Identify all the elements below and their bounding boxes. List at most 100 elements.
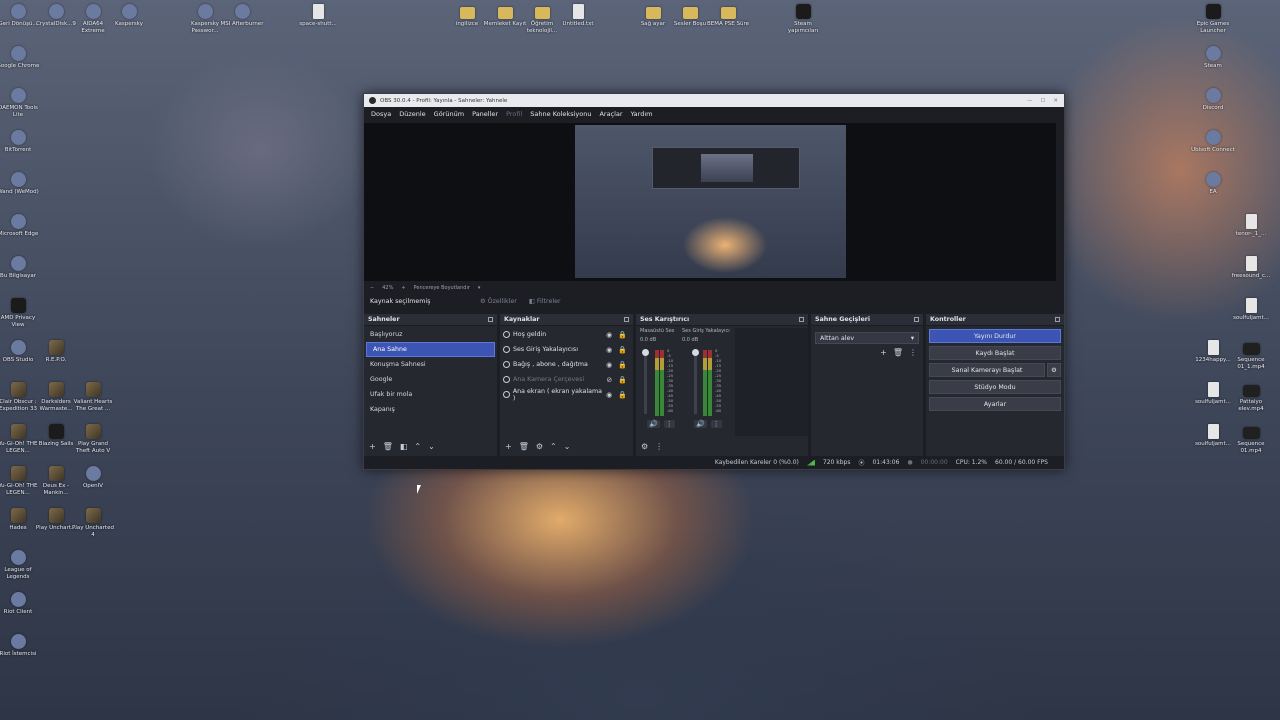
undock-icon[interactable] [799,317,804,322]
obs-window[interactable]: OBS 30.0.4 - Profil: Yayınla - Sahneler:… [363,93,1065,470]
desktop-shortcut[interactable]: AMD Privacy View [0,298,40,329]
desktop-shortcut[interactable]: Ubisoft Connect [1191,130,1235,154]
add-icon[interactable]: + [369,442,376,451]
menu-help[interactable]: Yardım [627,110,657,118]
move-up-icon[interactable]: ⌃ [414,442,421,451]
gear-icon[interactable]: ⚙ [1047,363,1061,377]
source-item[interactable]: Bağış , abone , dağıtma ◉ 🔒 [500,357,633,372]
desktop-shortcut[interactable]: R.E.P.O. [34,340,78,364]
desktop-shortcut[interactable]: soulfuljamt... [1229,298,1273,322]
scene-item[interactable]: Konuşma Sahnesi [364,357,497,372]
undock-icon[interactable] [488,317,493,322]
menu-tools[interactable]: Araçlar [595,110,626,118]
filter-icon[interactable]: ◧ [400,442,408,451]
zoom-in-button[interactable]: + [401,285,405,291]
desktop-shortcut[interactable]: League of Legends [0,550,40,581]
desktop-shortcut[interactable]: Riot İstemcisi [0,634,40,658]
desktop-shortcut[interactable]: Discord [1191,88,1235,112]
undock-icon[interactable] [624,317,629,322]
more-icon[interactable]: ⋮ [655,442,663,451]
maximize-icon[interactable]: ☐ [1040,98,1045,104]
desktop-shortcut[interactable]: Sequence 01_1.mp4 [1229,340,1273,371]
menu-docks[interactable]: Paneller [468,110,502,118]
desktop-shortcut[interactable]: OpenIV [71,466,115,490]
scene-item[interactable]: Kapanış [364,402,497,417]
desktop-shortcut[interactable]: Play Uncharted 4 [71,508,115,539]
gear-icon[interactable]: ⚙ [536,442,543,451]
menu-scene-collection[interactable]: Sahne Koleksiyonu [526,110,595,118]
menu-file[interactable]: Dosya [367,110,395,118]
add-icon[interactable]: + [505,442,512,451]
lock-icon[interactable]: 🔒 [618,346,627,354]
desktop-shortcut[interactable]: Valiant Hearts The Great ... [71,382,115,413]
preview-screen-capture[interactable] [575,125,846,278]
trash-icon[interactable]: 🗑 [893,348,903,357]
desktop-shortcut[interactable]: Wand (WeMod) [0,172,40,196]
minimize-icon[interactable]: — [1027,98,1033,104]
preview-canvas[interactable] [364,123,1056,281]
desktop-shortcut[interactable]: Untitled.txt [556,4,600,28]
source-item[interactable]: Ana ekran ( ekran yakalama ) ◉ 🔒 [500,387,633,402]
desktop-shortcut[interactable]: EA [1191,172,1235,196]
transition-select[interactable]: Alttan alev ▾ [815,332,919,344]
volume-fader[interactable] [642,349,649,414]
fader-knob[interactable] [692,349,699,356]
start-recording-button[interactable]: Kaydı Başlat [929,346,1061,360]
eye-icon[interactable]: ◉ [606,361,612,369]
lock-icon[interactable]: 🔒 [618,361,627,369]
source-item[interactable]: Ses Giriş Yakalayıcısı ◉ 🔒 [500,342,633,357]
trash-icon[interactable]: 🗑 [383,442,393,451]
desktop-shortcut[interactable]: Pattaiyo elev.mp4 [1229,382,1273,413]
eye-icon[interactable]: ◉ [606,391,612,399]
settings-button[interactable]: Ayarlar [929,397,1061,411]
more-icon[interactable]: ⋮ [663,420,675,428]
desktop-shortcut[interactable]: Riot Client [0,592,40,616]
close-icon[interactable]: ✕ [1053,98,1058,104]
desktop-shortcut[interactable]: Steam yapımcıları [781,4,825,35]
filters-button[interactable]: ◧ Filtreler [523,296,567,307]
desktop-shortcut[interactable]: Google Chrome [0,46,40,70]
lock-icon[interactable]: 🔒 [618,331,627,339]
virtual-camera-button[interactable]: Sanal Kamerayı Başlat [929,363,1045,377]
desktop-shortcut[interactable]: Kaspersky [107,4,151,28]
add-icon[interactable]: + [880,348,887,357]
desktop-shortcut[interactable]: Epic Games Launcher [1191,4,1235,35]
move-down-icon[interactable]: ⌄ [564,442,571,451]
more-icon[interactable]: ⋮ [710,420,722,428]
fader-knob[interactable] [642,349,649,356]
desktop-shortcut[interactable]: space-shutt... [296,4,340,28]
gear-icon[interactable]: ⚙ [641,442,648,451]
eye-icon[interactable]: ◉ [606,346,612,354]
zoom-out-button[interactable]: − [370,285,374,291]
desktop-shortcut[interactable]: Microsoft Edge [0,214,40,238]
desktop-shortcut[interactable]: BEMA PSE Süre [706,4,750,28]
move-down-icon[interactable]: ⌄ [428,442,435,451]
trash-icon[interactable]: 🗑 [519,442,529,451]
desktop-shortcut[interactable]: BitTorrent [0,130,40,154]
volume-fader[interactable] [692,349,699,414]
obs-titlebar[interactable]: OBS 30.0.4 - Profil: Yayınla - Sahneler:… [364,94,1064,107]
menu-edit[interactable]: Düzenle [395,110,429,118]
menu-profile[interactable]: Profil [502,110,526,118]
lock-icon[interactable]: 🔒 [618,391,627,399]
source-item[interactable]: Ana Kamera Çerçevesi ⊘ 🔒 [500,372,633,387]
desktop-shortcut[interactable]: freesound_c... [1229,256,1273,280]
eye-hidden-icon[interactable]: ⊘ [606,376,612,384]
more-icon[interactable]: ⋮ [909,348,917,357]
stop-stream-button[interactable]: Yayını Durdur [929,329,1061,343]
desktop-shortcut[interactable]: DAEMON Tools Lite [0,88,40,119]
zoom-fit-select[interactable]: Pencereye Boyutlandır [414,285,470,291]
scene-item[interactable]: Ana Sahne [366,342,495,357]
properties-button[interactable]: ⚙ Özellikler [474,296,523,307]
scene-item[interactable]: Google [364,372,497,387]
undock-icon[interactable] [1055,317,1060,322]
undock-icon[interactable] [914,317,919,322]
menu-view[interactable]: Görünüm [430,110,468,118]
lock-icon[interactable]: 🔒 [618,376,627,384]
studio-mode-button[interactable]: Stüdyo Modu [929,380,1061,394]
desktop-shortcut[interactable]: Bu Bilgisayar [0,256,40,280]
scene-item[interactable]: Başlıyoruz [364,327,497,342]
scene-item[interactable]: Ufak bir mola [364,387,497,402]
speaker-icon[interactable]: 🔊 [647,420,660,428]
desktop-shortcut[interactable]: Play Grand Theft Auto V [71,424,115,455]
